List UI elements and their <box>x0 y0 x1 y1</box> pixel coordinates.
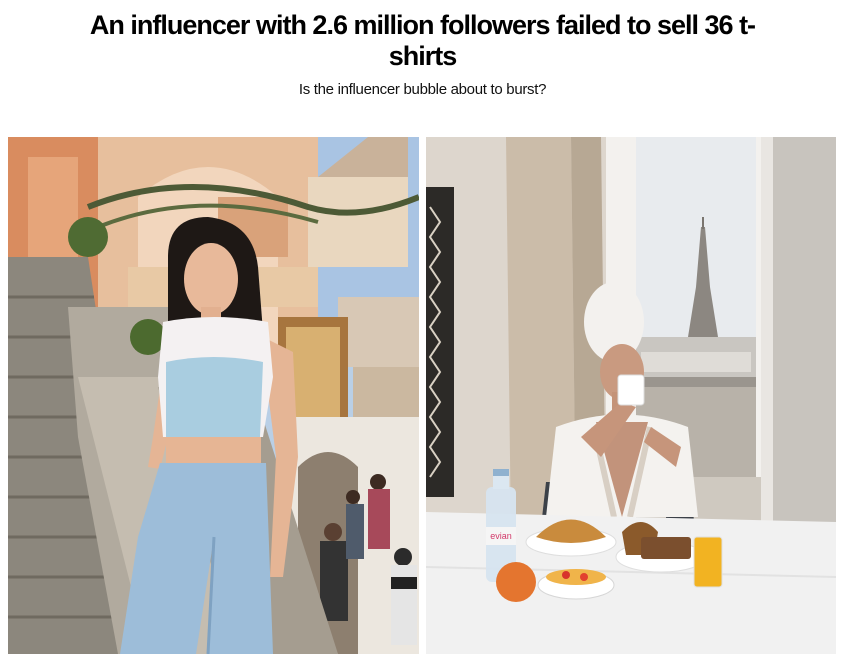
article-headline: An influencer with 2.6 million followers… <box>89 10 756 71</box>
bottle-label: evian <box>490 531 512 541</box>
article-subheadline: Is the influencer bubble about to burst? <box>298 81 547 98</box>
stairs-scene-illustration <box>8 137 419 654</box>
influencer-stairs-photo <box>8 137 419 654</box>
breakfast-scene-illustration: evian <box>426 137 836 654</box>
influencer-breakfast-photo: evian <box>426 137 836 654</box>
